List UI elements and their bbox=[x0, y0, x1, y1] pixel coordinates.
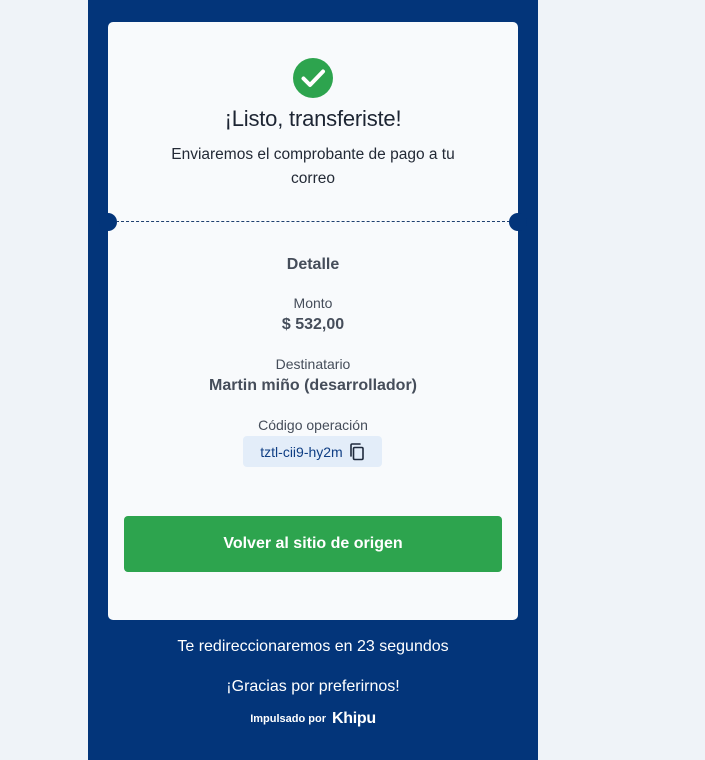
recipient-value: Martin miño (desarrollador) bbox=[208, 377, 418, 394]
success-title: ¡Listo, transferiste! bbox=[224, 106, 402, 131]
ticket-notch-right bbox=[509, 213, 527, 231]
dashed-divider bbox=[116, 221, 510, 222]
back-to-origin-button[interactable]: Volver al sitio de origen bbox=[124, 516, 502, 572]
operation-code-value: tztl-cii9-hy2m bbox=[260, 443, 343, 460]
payment-panel: ¡Listo, transferiste! Enviaremos el comp… bbox=[88, 0, 538, 760]
redirect-countdown: Te redireccionaremos en 23 segundos bbox=[177, 638, 449, 655]
khipu-logo: Khipu bbox=[331, 710, 376, 727]
powered-by: Impulsado por Khipu bbox=[88, 710, 538, 728]
detail-heading: Detalle bbox=[286, 256, 340, 273]
receipt-card: ¡Listo, transferiste! Enviaremos el comp… bbox=[99, 22, 527, 620]
copy-icon[interactable] bbox=[349, 442, 365, 461]
operation-code-label: Código operación bbox=[258, 417, 368, 433]
amount-label: Monto bbox=[293, 295, 333, 311]
amount-value: $ 532,00 bbox=[281, 316, 345, 333]
thanks-message: ¡Gracias por preferirnos! bbox=[226, 678, 400, 695]
check-circle-icon bbox=[293, 58, 333, 98]
recipient-label: Destinatario bbox=[275, 356, 351, 372]
success-subtitle: Enviaremos el comprobante de pago a tu c… bbox=[171, 146, 455, 187]
operation-code-chip[interactable]: tztl-cii9-hy2m bbox=[243, 436, 382, 467]
ticket-notch-left bbox=[99, 213, 117, 231]
powered-by-label: Impulsado por bbox=[250, 713, 326, 725]
